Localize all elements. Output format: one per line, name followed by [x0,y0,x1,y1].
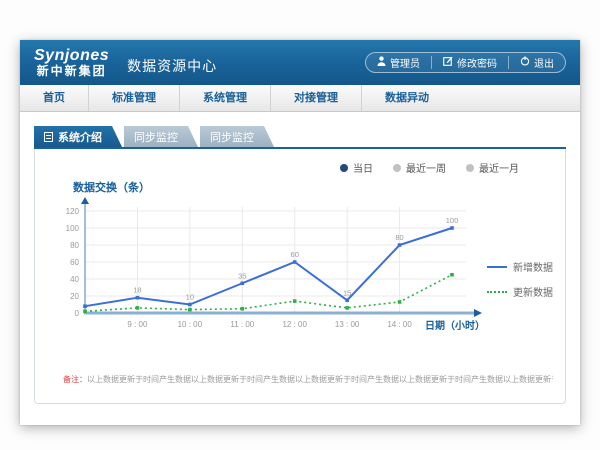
nav-item-standard-mgmt[interactable]: 标准管理 [88,85,179,111]
svg-text:9 : 00: 9 : 00 [127,320,148,329]
user-toolbar: 管理员 修改密码 退出 [365,52,566,73]
change-password-button[interactable]: 修改密码 [431,56,508,69]
logo-cn-text: 新中新集团 [34,65,109,78]
app-window: Synjones 新中新集团 数据资源中心 管理员 修改密码 退出 [20,40,580,425]
svg-text:12 : 00: 12 : 00 [282,320,307,329]
main-nav: 首页 标准管理 系统管理 对接管理 数据异动 [20,85,580,112]
app-title: 数据资源中心 [127,50,217,76]
svg-text:10 : 00: 10 : 00 [178,320,203,329]
svg-text:14 : 00: 14 : 00 [387,320,412,329]
svg-text:80: 80 [395,233,403,242]
radio-icon [466,164,474,172]
tab-label: 同步监控 [134,129,178,145]
chart-panel: 当日 最近一周 最近一月 数据交换（条） 0 20 40 60 80 100 120 9 : … [34,149,566,404]
svg-text:35: 35 [238,271,246,280]
chart-y-axis-title: 数据交换（条） [73,179,553,195]
user-label: 管理员 [390,55,420,70]
edit-icon [443,56,453,69]
logout-label: 退出 [534,55,554,70]
radio-icon [393,164,401,172]
legend-item-updated-data[interactable]: 更新数据 [487,284,553,299]
nav-item-system-mgmt[interactable]: 系统管理 [179,85,270,111]
svg-text:15: 15 [343,288,351,297]
chart-x-axis-title: 日期（小时） [425,319,485,332]
svg-text:13 : 00: 13 : 00 [335,320,360,329]
logout-button[interactable]: 退出 [508,56,565,69]
svg-text:18: 18 [133,286,141,295]
x-axis-arrow-icon [474,309,482,317]
svg-text:120: 120 [66,207,80,216]
y-axis-arrow-icon [81,197,89,204]
svg-text:10: 10 [186,293,194,302]
svg-text:0: 0 [75,309,80,318]
footnote-text: 以上数据更新于时间产生数据以上数据更新于时间产生数据以上数据更新于时间产生数据以… [87,375,553,384]
user-icon [377,56,386,69]
legend-label: 新增数据 [513,259,553,274]
power-icon [520,56,530,69]
svg-text:100: 100 [446,216,459,225]
app-header: Synjones 新中新集团 数据资源中心 管理员 修改密码 退出 [20,40,580,85]
logo-en-text: Synjones [34,48,109,65]
tab-label: 系统介绍 [58,129,102,145]
document-icon [44,132,53,142]
change-password-label: 修改密码 [457,55,497,70]
svg-text:40: 40 [70,275,79,284]
nav-item-interface-mgmt[interactable]: 对接管理 [270,85,361,111]
filter-label: 最近一周 [406,160,446,175]
footnote: 备注：以上数据更新于时间产生数据以上数据更新于时间产生数据以上数据更新于时间产生… [63,374,553,385]
nav-item-home[interactable]: 首页 [20,85,88,111]
y-tick-labels: 0 20 40 60 80 100 120 [66,207,80,318]
tab-bar: 系统介绍 同步监控 同步监控 [34,126,566,149]
svg-text:11 : 00: 11 : 00 [230,320,254,329]
tab-system-intro[interactable]: 系统介绍 [34,126,122,147]
chart-svg: 0 20 40 60 80 100 120 9 : 00 10 : 00 11 : 00 12 : … [47,197,487,347]
tab-label: 同步监控 [210,129,254,145]
legend-label: 更新数据 [513,284,553,299]
filter-today[interactable]: 当日 [340,160,373,175]
x-tick-labels: 9 : 00 10 : 00 11 : 00 12 : 00 13 : 00 14 : 0… [127,320,412,329]
radio-icon [340,164,348,172]
chart-legend: 新增数据 更新数据 [487,197,553,352]
nav-item-data-change[interactable]: 数据异动 [361,85,452,111]
tab-sync-monitor-2[interactable]: 同步监控 [200,126,274,147]
user-button[interactable]: 管理员 [366,56,431,69]
line-chart: 0 20 40 60 80 100 120 9 : 00 10 : 00 11 : 00 12 : … [47,197,487,352]
tab-sync-monitor-1[interactable]: 同步监控 [124,126,198,147]
footnote-label: 备注： [63,375,87,384]
solid-line-icon [487,266,507,268]
filter-last-month[interactable]: 最近一月 [466,160,519,175]
svg-text:60: 60 [70,258,79,267]
filter-label: 当日 [353,160,373,175]
legend-item-new-data[interactable]: 新增数据 [487,259,553,274]
filter-last-week[interactable]: 最近一周 [393,160,446,175]
svg-text:60: 60 [291,250,299,259]
time-range-filters: 当日 最近一周 最近一月 [47,157,553,175]
logo: Synjones 新中新集团 [34,48,109,77]
svg-text:20: 20 [70,292,79,301]
svg-text:100: 100 [66,224,80,233]
svg-text:80: 80 [70,241,79,250]
dotted-line-icon [487,291,507,293]
chart-wrap: 0 20 40 60 80 100 120 9 : 00 10 : 00 11 : 00 12 : … [47,197,553,352]
content-area: 系统介绍 同步监控 同步监控 当日 最近一周 [20,112,580,404]
filter-label: 最近一月 [479,160,519,175]
